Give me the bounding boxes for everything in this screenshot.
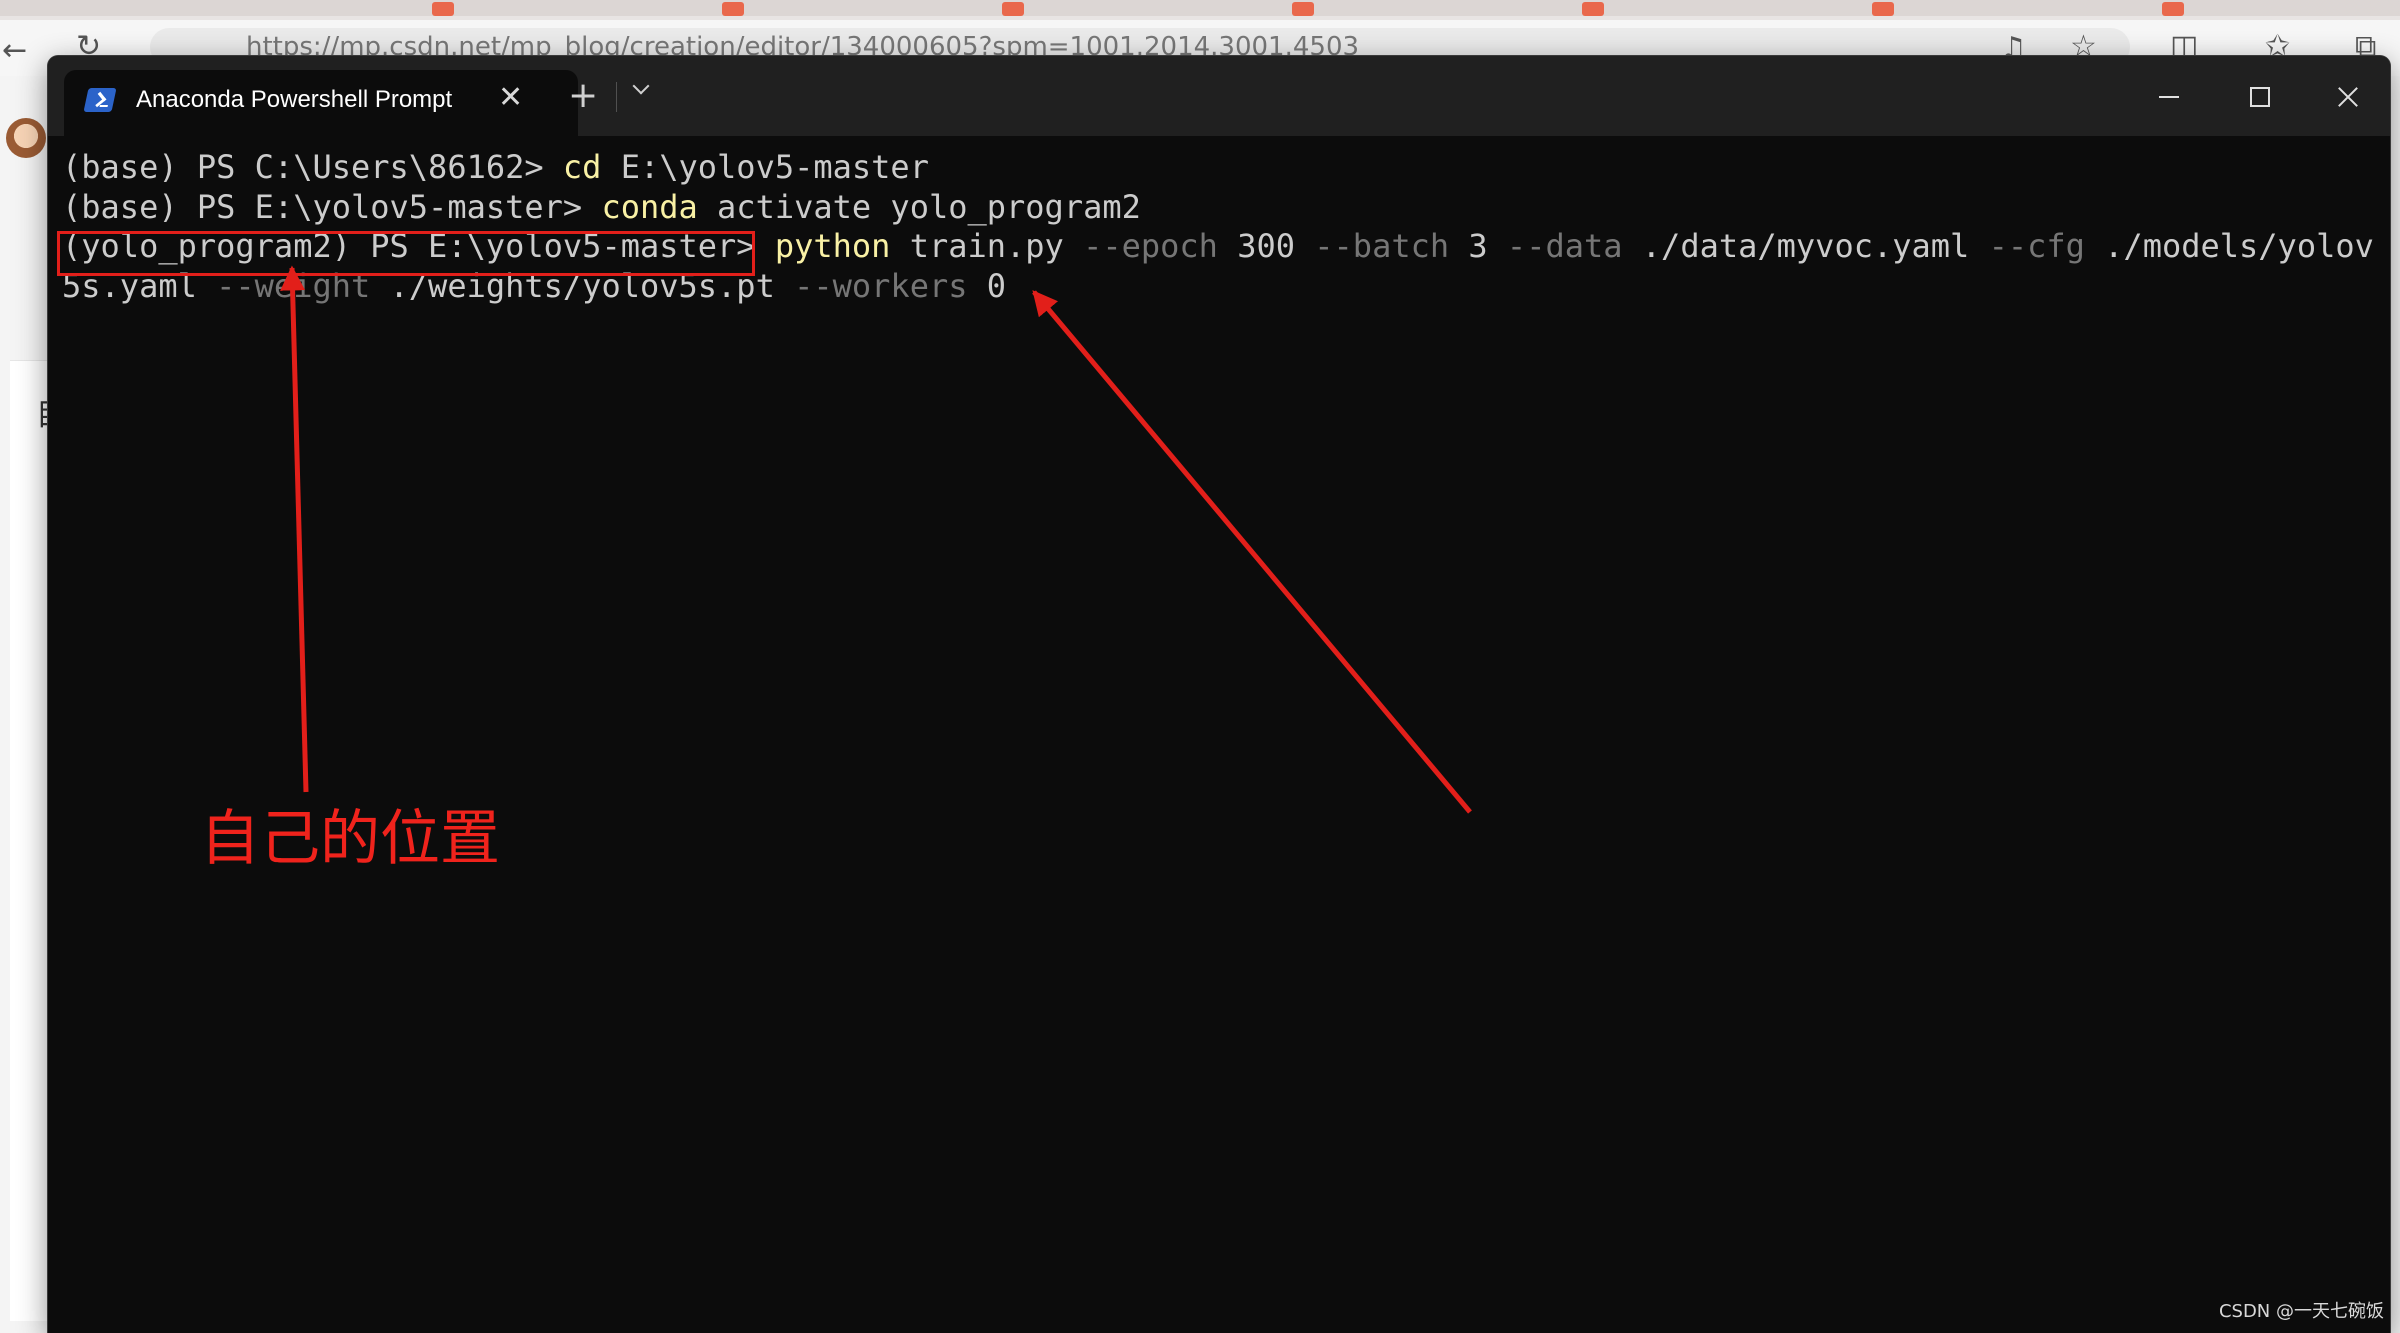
annotation-arrows	[280, 265, 1472, 814]
annotation-label: 自己的位置	[200, 804, 500, 874]
csdn-watermark: CSDN @一天七碗饭	[2218, 1301, 2384, 1322]
arrow-to-prompt	[280, 265, 309, 793]
arrow-to-command	[1032, 290, 1472, 814]
